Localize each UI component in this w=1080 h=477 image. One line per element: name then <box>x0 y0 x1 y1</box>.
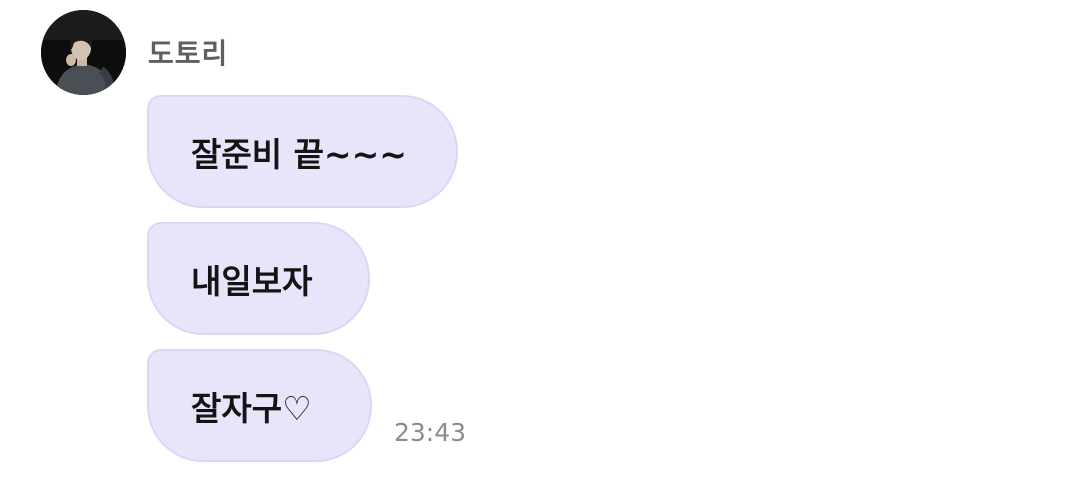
chat-thread: 도토리 잘준비 끝~~~ 내일보자 잘자구♡ 23:43 <box>0 0 1080 477</box>
message-bubble[interactable]: 잘준비 끝~~~ <box>147 95 458 208</box>
message-text: 잘자구♡ <box>191 388 312 428</box>
sender-name: 도토리 <box>148 37 229 70</box>
profile-photo-icon <box>41 10 126 95</box>
avatar[interactable] <box>41 10 126 95</box>
message-bubble[interactable]: 내일보자 <box>147 222 370 335</box>
message-timestamp: 23:43 <box>394 418 467 447</box>
message-text: 잘준비 끝~~~ <box>191 134 407 174</box>
message-bubble[interactable]: 잘자구♡ <box>147 349 372 462</box>
message-text: 내일보자 <box>191 261 313 301</box>
